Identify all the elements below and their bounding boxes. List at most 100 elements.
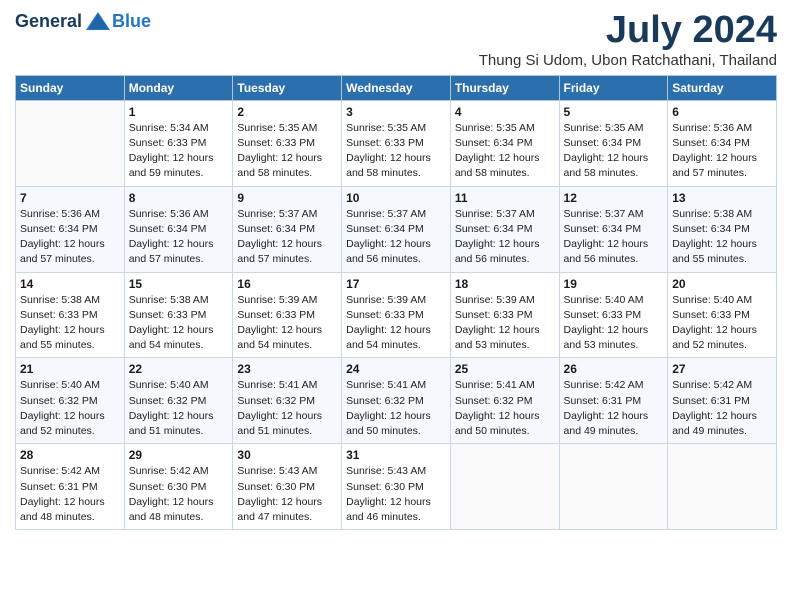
column-header-thursday: Thursday <box>450 75 559 100</box>
calendar-cell: 28 Sunrise: 5:42 AM Sunset: 6:31 PM Dayli… <box>16 444 125 530</box>
day-number: 6 <box>672 105 772 119</box>
day-number: 4 <box>455 105 555 119</box>
day-info: Sunrise: 5:35 AM Sunset: 6:33 PM Dayligh… <box>237 121 337 182</box>
calendar-table: SundayMondayTuesdayWednesdayThursdayFrid… <box>15 75 777 530</box>
day-info: Sunrise: 5:42 AM Sunset: 6:30 PM Dayligh… <box>129 464 229 525</box>
calendar-cell: 23Sunrise: 5:41 AM Sunset: 6:32 PM Dayli… <box>233 358 342 444</box>
calendar-cell: 14 Sunrise: 5:38 AM Sunset: 6:33 PM Dayli… <box>16 272 125 358</box>
calendar-cell: 13 Sunrise: 5:38 AM Sunset: 6:34 PM Dayli… <box>668 186 777 272</box>
calendar-cell: 12 Sunrise: 5:37 AM Sunset: 6:34 PM Dayli… <box>559 186 668 272</box>
day-number: 3 <box>346 105 446 119</box>
day-info: Sunrise: 5:37 AM Sunset: 6:34 PM Dayligh… <box>564 207 664 268</box>
day-number: 17 <box>346 277 446 291</box>
day-info: Sunrise: 5:43 AM Sunset: 6:30 PM Dayligh… <box>346 464 446 525</box>
day-info: Sunrise: 5:41 AM Sunset: 6:32 PM Dayligh… <box>346 378 446 439</box>
day-info: Sunrise: 5:36 AM Sunset: 6:34 PM Dayligh… <box>672 121 772 182</box>
day-info: Sunrise: 5:37 AM Sunset: 6:34 PM Dayligh… <box>346 207 446 268</box>
day-number: 16 <box>237 277 337 291</box>
calendar-cell <box>559 444 668 530</box>
calendar-cell: 8 Sunrise: 5:36 AM Sunset: 6:34 PM Daylig… <box>124 186 233 272</box>
column-header-saturday: Saturday <box>668 75 777 100</box>
logo-icon <box>84 10 112 32</box>
day-info: Sunrise: 5:39 AM Sunset: 6:33 PM Dayligh… <box>237 293 337 354</box>
day-number: 19 <box>564 277 664 291</box>
day-number: 26 <box>564 362 664 376</box>
calendar-cell: 25 Sunrise: 5:41 AM Sunset: 6:32 PM Dayli… <box>450 358 559 444</box>
logo-blue: Blue <box>112 11 151 32</box>
day-number: 28 <box>20 448 120 462</box>
calendar-cell: 1 Sunrise: 5:34 AM Sunset: 6:33 PM Daylig… <box>124 100 233 186</box>
day-number: 8 <box>129 191 229 205</box>
day-info: Sunrise: 5:35 AM Sunset: 6:33 PM Dayligh… <box>346 121 446 182</box>
calendar-cell <box>450 444 559 530</box>
calendar-cell: 22Sunrise: 5:40 AM Sunset: 6:32 PM Dayli… <box>124 358 233 444</box>
calendar-cell: 27Sunrise: 5:42 AM Sunset: 6:31 PM Dayli… <box>668 358 777 444</box>
day-number: 29 <box>129 448 229 462</box>
day-number: 1 <box>129 105 229 119</box>
calendar-cell: 5 Sunrise: 5:35 AM Sunset: 6:34 PM Daylig… <box>559 100 668 186</box>
calendar-cell <box>668 444 777 530</box>
day-number: 13 <box>672 191 772 205</box>
day-number: 22 <box>129 362 229 376</box>
day-info: Sunrise: 5:42 AM Sunset: 6:31 PM Dayligh… <box>672 378 772 439</box>
day-info: Sunrise: 5:42 AM Sunset: 6:31 PM Dayligh… <box>20 464 120 525</box>
day-info: Sunrise: 5:40 AM Sunset: 6:33 PM Dayligh… <box>672 293 772 354</box>
calendar-cell: 21Sunrise: 5:40 AM Sunset: 6:32 PM Dayli… <box>16 358 125 444</box>
calendar-cell: 11Sunrise: 5:37 AM Sunset: 6:34 PM Dayli… <box>450 186 559 272</box>
calendar-cell <box>16 100 125 186</box>
calendar-cell: 6 Sunrise: 5:36 AM Sunset: 6:34 PM Daylig… <box>668 100 777 186</box>
page-header: General Blue July 2024 Thung Si Udom, Ub… <box>15 10 777 69</box>
day-number: 5 <box>564 105 664 119</box>
day-number: 9 <box>237 191 337 205</box>
calendar-cell: 24Sunrise: 5:41 AM Sunset: 6:32 PM Dayli… <box>342 358 451 444</box>
day-info: Sunrise: 5:34 AM Sunset: 6:33 PM Dayligh… <box>129 121 229 182</box>
day-info: Sunrise: 5:37 AM Sunset: 6:34 PM Dayligh… <box>455 207 555 268</box>
day-info: Sunrise: 5:37 AM Sunset: 6:34 PM Dayligh… <box>237 207 337 268</box>
calendar-week-row: 28 Sunrise: 5:42 AM Sunset: 6:31 PM Dayli… <box>16 444 777 530</box>
calendar-cell: 31 Sunrise: 5:43 AM Sunset: 6:30 PM Dayli… <box>342 444 451 530</box>
day-number: 20 <box>672 277 772 291</box>
calendar-cell: 3 Sunrise: 5:35 AM Sunset: 6:33 PM Daylig… <box>342 100 451 186</box>
column-header-tuesday: Tuesday <box>233 75 342 100</box>
calendar-cell: 16 Sunrise: 5:39 AM Sunset: 6:33 PM Dayli… <box>233 272 342 358</box>
day-number: 12 <box>564 191 664 205</box>
logo: General Blue <box>15 10 151 32</box>
calendar-header-row: SundayMondayTuesdayWednesdayThursdayFrid… <box>16 75 777 100</box>
calendar-cell: 4Sunrise: 5:35 AM Sunset: 6:34 PM Daylig… <box>450 100 559 186</box>
column-header-friday: Friday <box>559 75 668 100</box>
day-info: Sunrise: 5:42 AM Sunset: 6:31 PM Dayligh… <box>564 378 664 439</box>
logo-general: General <box>15 11 82 32</box>
calendar-cell: 20 Sunrise: 5:40 AM Sunset: 6:33 PM Dayli… <box>668 272 777 358</box>
calendar-cell: 29 Sunrise: 5:42 AM Sunset: 6:30 PM Dayli… <box>124 444 233 530</box>
calendar-week-row: 1 Sunrise: 5:34 AM Sunset: 6:33 PM Daylig… <box>16 100 777 186</box>
day-info: Sunrise: 5:38 AM Sunset: 6:33 PM Dayligh… <box>20 293 120 354</box>
location-title: Thung Si Udom, Ubon Ratchathani, Thailan… <box>479 52 777 69</box>
day-number: 7 <box>20 191 120 205</box>
day-info: Sunrise: 5:39 AM Sunset: 6:33 PM Dayligh… <box>346 293 446 354</box>
day-number: 31 <box>346 448 446 462</box>
title-area: July 2024 Thung Si Udom, Ubon Ratchathan… <box>479 10 777 69</box>
day-info: Sunrise: 5:43 AM Sunset: 6:30 PM Dayligh… <box>237 464 337 525</box>
column-header-sunday: Sunday <box>16 75 125 100</box>
day-number: 18 <box>455 277 555 291</box>
day-number: 10 <box>346 191 446 205</box>
calendar-cell: 2 Sunrise: 5:35 AM Sunset: 6:33 PM Daylig… <box>233 100 342 186</box>
calendar-cell: 10 Sunrise: 5:37 AM Sunset: 6:34 PM Dayli… <box>342 186 451 272</box>
day-info: Sunrise: 5:36 AM Sunset: 6:34 PM Dayligh… <box>129 207 229 268</box>
calendar-week-row: 21Sunrise: 5:40 AM Sunset: 6:32 PM Dayli… <box>16 358 777 444</box>
column-header-monday: Monday <box>124 75 233 100</box>
day-info: Sunrise: 5:41 AM Sunset: 6:32 PM Dayligh… <box>455 378 555 439</box>
calendar-cell: 9 Sunrise: 5:37 AM Sunset: 6:34 PM Daylig… <box>233 186 342 272</box>
day-number: 25 <box>455 362 555 376</box>
calendar-cell: 19 Sunrise: 5:40 AM Sunset: 6:33 PM Dayli… <box>559 272 668 358</box>
day-number: 2 <box>237 105 337 119</box>
calendar-cell: 17 Sunrise: 5:39 AM Sunset: 6:33 PM Dayli… <box>342 272 451 358</box>
day-info: Sunrise: 5:38 AM Sunset: 6:33 PM Dayligh… <box>129 293 229 354</box>
calendar-week-row: 14 Sunrise: 5:38 AM Sunset: 6:33 PM Dayli… <box>16 272 777 358</box>
day-number: 14 <box>20 277 120 291</box>
day-info: Sunrise: 5:40 AM Sunset: 6:33 PM Dayligh… <box>564 293 664 354</box>
day-info: Sunrise: 5:38 AM Sunset: 6:34 PM Dayligh… <box>672 207 772 268</box>
calendar-cell: 15Sunrise: 5:38 AM Sunset: 6:33 PM Dayli… <box>124 272 233 358</box>
day-info: Sunrise: 5:35 AM Sunset: 6:34 PM Dayligh… <box>564 121 664 182</box>
day-info: Sunrise: 5:40 AM Sunset: 6:32 PM Dayligh… <box>20 378 120 439</box>
